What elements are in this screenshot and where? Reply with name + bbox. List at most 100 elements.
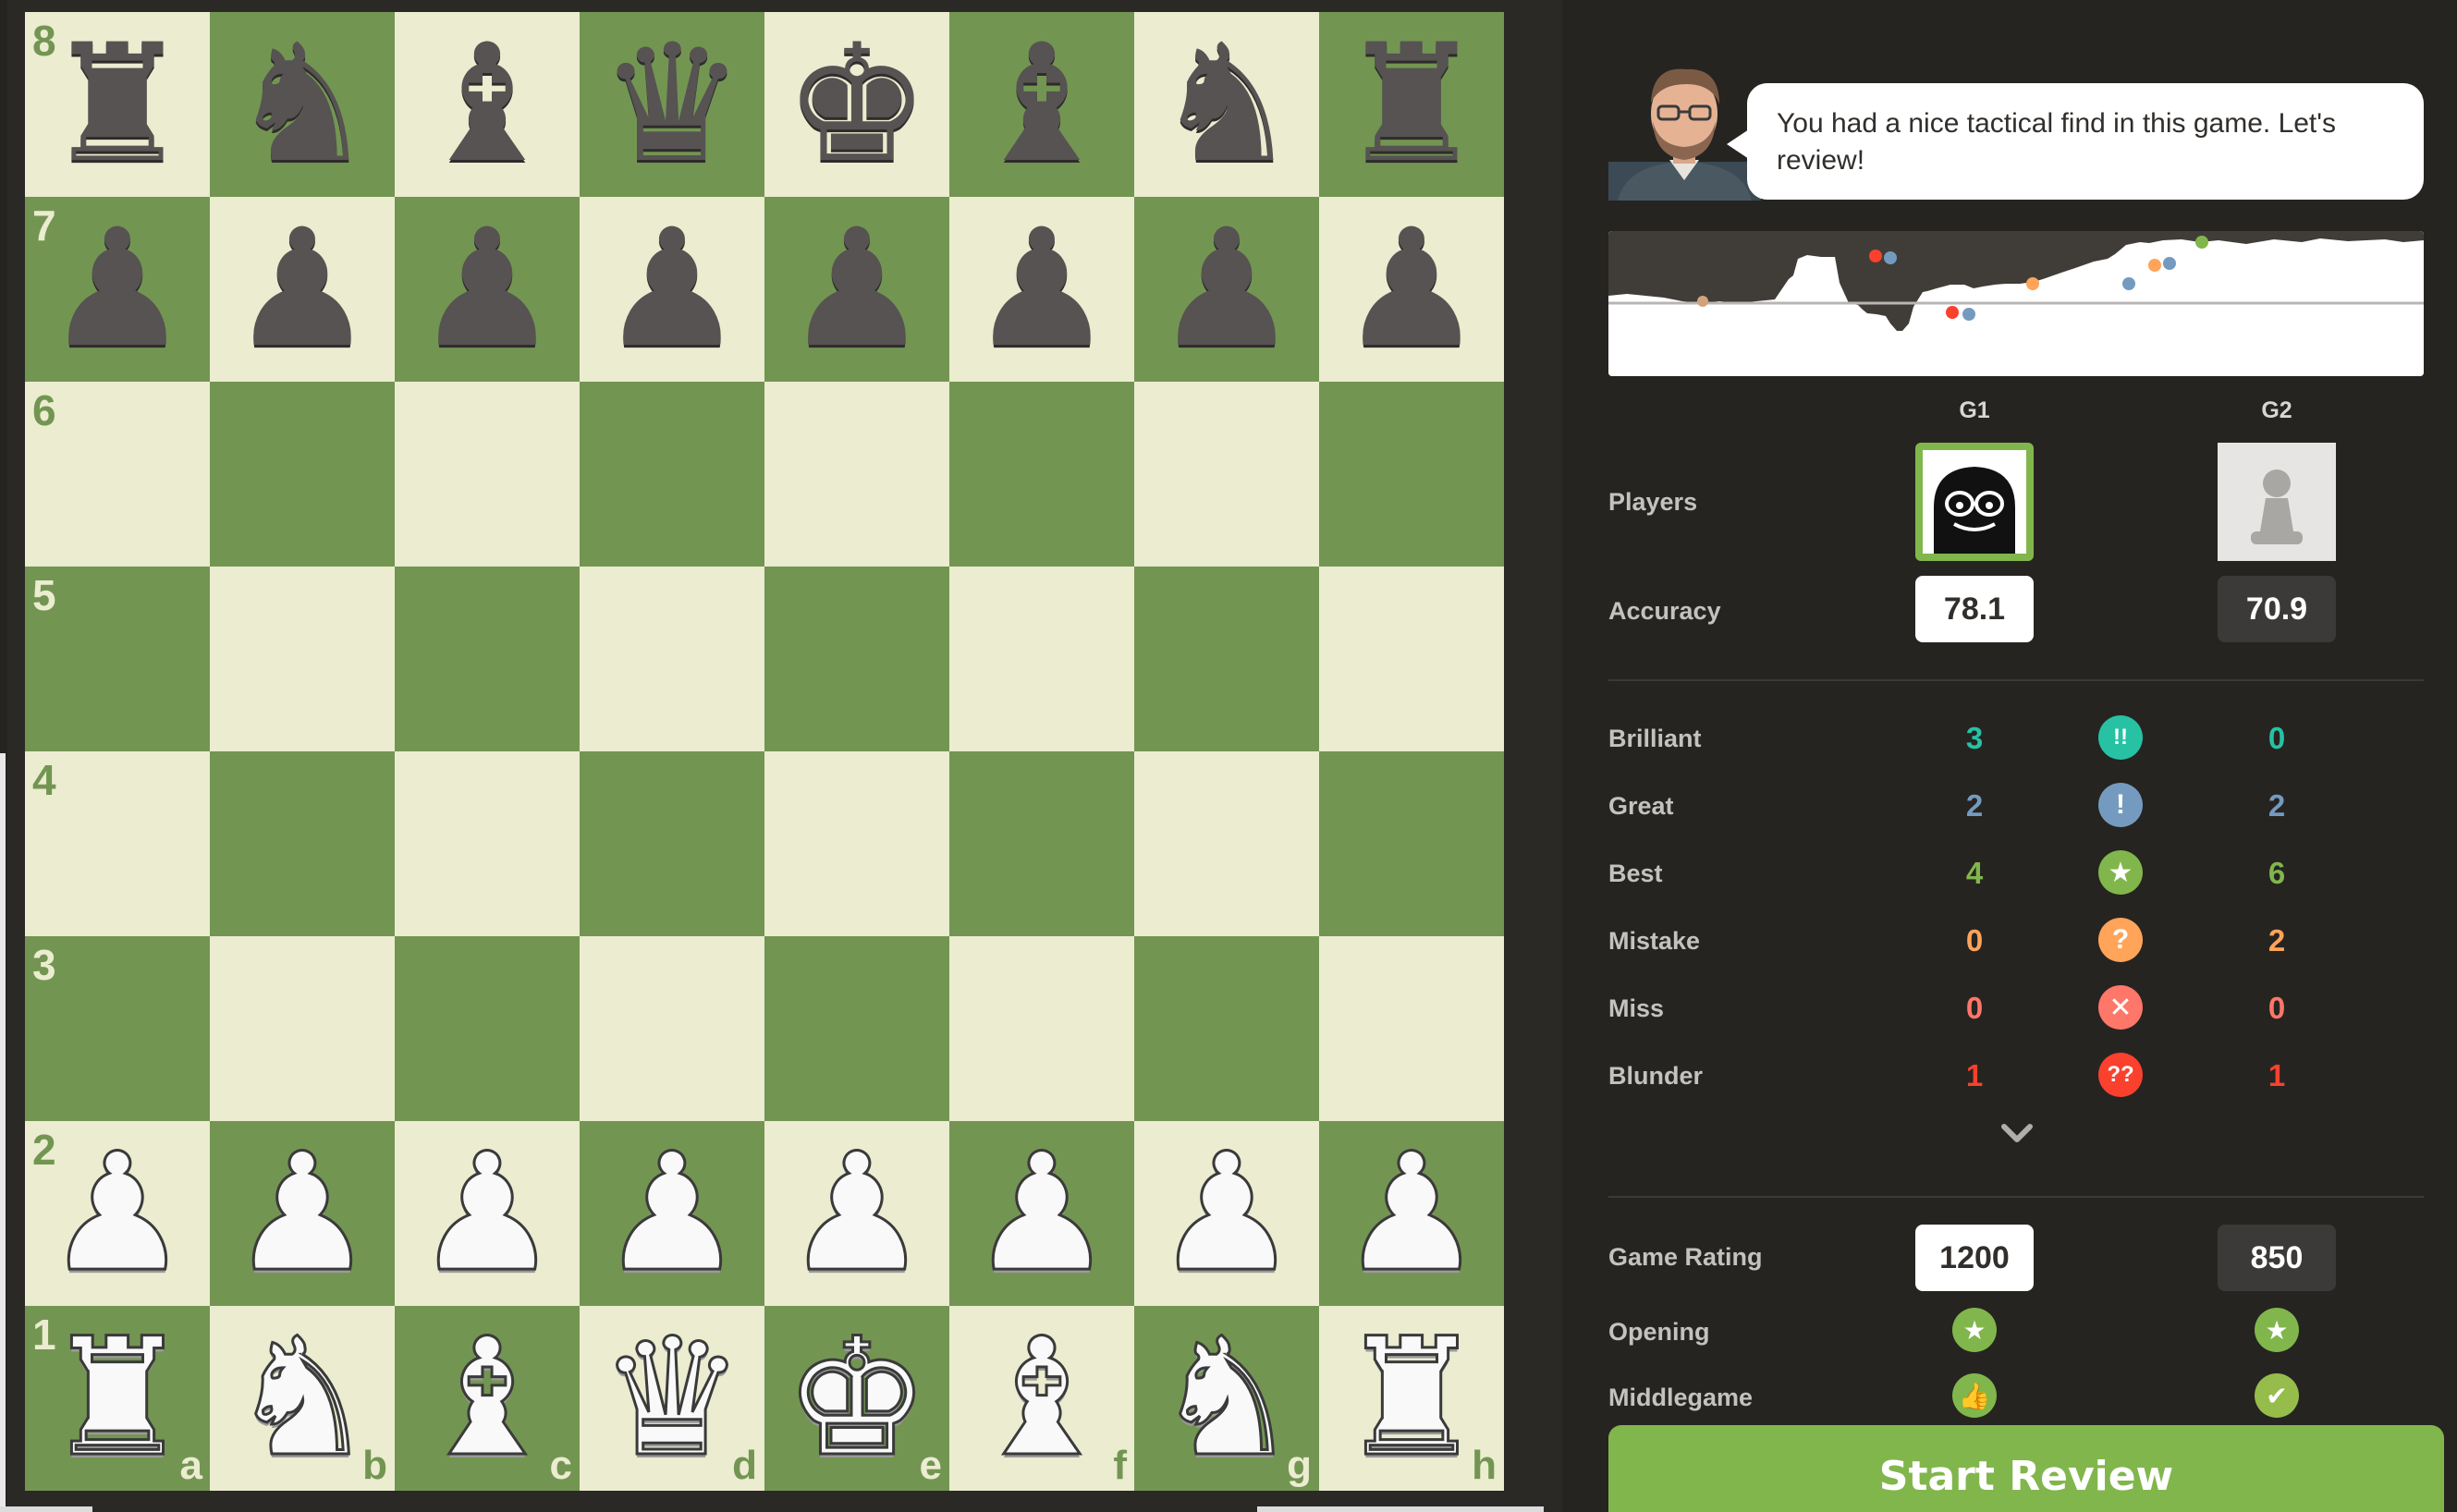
- black-rook-icon[interactable]: ♜: [1339, 23, 1485, 186]
- check-icon[interactable]: ✔: [2255, 1373, 2299, 1418]
- black-bishop-icon[interactable]: ♝: [969, 23, 1115, 186]
- square-b4[interactable]: [210, 751, 395, 936]
- white-pawn-icon[interactable]: ♟: [228, 1130, 377, 1296]
- square-e5[interactable]: [764, 567, 949, 751]
- white-pawn-icon[interactable]: ♟: [1338, 1130, 1486, 1296]
- black-pawn-icon[interactable]: ♟: [969, 208, 1115, 371]
- black-king-icon[interactable]: ♚: [784, 23, 930, 186]
- white-pawn-icon[interactable]: ♟: [43, 1130, 192, 1296]
- square-b7[interactable]: ♟: [210, 197, 395, 382]
- square-h8[interactable]: ♜: [1319, 12, 1504, 197]
- best-star-icon[interactable]: ★: [1952, 1308, 1997, 1352]
- best-star-icon[interactable]: ★: [2255, 1308, 2299, 1352]
- square-b8[interactable]: ♞: [210, 12, 395, 197]
- evaluation-graph[interactable]: [1608, 231, 2424, 376]
- square-g6[interactable]: [1134, 382, 1319, 567]
- square-g2[interactable]: ♟: [1134, 1121, 1319, 1306]
- square-g3[interactable]: [1134, 936, 1319, 1121]
- square-c3[interactable]: [395, 936, 580, 1121]
- square-b6[interactable]: [210, 382, 395, 567]
- square-b3[interactable]: [210, 936, 395, 1121]
- square-h7[interactable]: ♟: [1319, 197, 1504, 382]
- chevron-down-icon[interactable]: [1997, 1114, 2037, 1154]
- black-pawn-icon[interactable]: ♟: [414, 208, 560, 371]
- black-pawn-icon[interactable]: ♟: [229, 208, 375, 371]
- white-king-icon[interactable]: ♚: [783, 1315, 932, 1481]
- square-b5[interactable]: [210, 567, 395, 751]
- square-a8[interactable]: 8 ♜: [25, 12, 210, 197]
- square-b2[interactable]: ♟: [210, 1121, 395, 1306]
- black-knight-icon[interactable]: ♞: [229, 23, 375, 186]
- white-queen-icon[interactable]: ♛: [598, 1315, 747, 1481]
- square-e8[interactable]: ♚: [764, 12, 949, 197]
- square-a2[interactable]: 2 ♟: [25, 1121, 210, 1306]
- white-knight-icon[interactable]: ♞: [1153, 1315, 1302, 1481]
- square-b1[interactable]: b ♞: [210, 1306, 395, 1491]
- black-knight-icon[interactable]: ♞: [1154, 23, 1300, 186]
- square-a7[interactable]: 7 ♟: [25, 197, 210, 382]
- square-e3[interactable]: [764, 936, 949, 1121]
- chess-board[interactable]: 8 ♜ ♞ ♝ ♛ ♚ ♝ ♞ ♜ 7 ♟ ♟ ♟ ♟ ♟ ♟ ♟ ♟ 6 5 4 3 2 ♟ ♟ ♟ ♟ ♟ ♟ ♟ ♟ 1 a ♜ b ♞ c ♝ d ♛…: [25, 12, 1504, 1491]
- square-d7[interactable]: ♟: [580, 197, 764, 382]
- white-pawn-icon[interactable]: ♟: [413, 1130, 562, 1296]
- square-f2[interactable]: ♟: [949, 1121, 1134, 1306]
- white-rook-icon[interactable]: ♜: [1338, 1315, 1486, 1481]
- start-review-button[interactable]: Start Review: [1608, 1425, 2444, 1512]
- square-g7[interactable]: ♟: [1134, 197, 1319, 382]
- black-rook-icon[interactable]: ♜: [44, 23, 190, 186]
- white-rook-icon[interactable]: ♜: [43, 1315, 192, 1481]
- square-e2[interactable]: ♟: [764, 1121, 949, 1306]
- square-f3[interactable]: [949, 936, 1134, 1121]
- square-h6[interactable]: [1319, 382, 1504, 567]
- white-pawn-icon[interactable]: ♟: [598, 1130, 747, 1296]
- g1-avatar[interactable]: [1915, 443, 2034, 561]
- square-h1[interactable]: h ♜: [1319, 1306, 1504, 1491]
- black-pawn-icon[interactable]: ♟: [1154, 208, 1300, 371]
- black-pawn-icon[interactable]: ♟: [44, 208, 190, 371]
- square-h5[interactable]: [1319, 567, 1504, 751]
- square-f5[interactable]: [949, 567, 1134, 751]
- square-d6[interactable]: [580, 382, 764, 567]
- white-bishop-icon[interactable]: ♝: [968, 1315, 1117, 1481]
- square-d8[interactable]: ♛: [580, 12, 764, 197]
- square-g8[interactable]: ♞: [1134, 12, 1319, 197]
- square-f1[interactable]: f ♝: [949, 1306, 1134, 1491]
- white-pawn-icon[interactable]: ♟: [783, 1130, 932, 1296]
- square-c8[interactable]: ♝: [395, 12, 580, 197]
- square-e6[interactable]: [764, 382, 949, 567]
- square-a5[interactable]: 5: [25, 567, 210, 751]
- square-d4[interactable]: [580, 751, 764, 936]
- square-e4[interactable]: [764, 751, 949, 936]
- square-d5[interactable]: [580, 567, 764, 751]
- white-pawn-icon[interactable]: ♟: [968, 1130, 1117, 1296]
- square-h4[interactable]: [1319, 751, 1504, 936]
- white-knight-icon[interactable]: ♞: [228, 1315, 377, 1481]
- square-g4[interactable]: [1134, 751, 1319, 936]
- square-f6[interactable]: [949, 382, 1134, 567]
- square-a4[interactable]: 4: [25, 751, 210, 936]
- g2-avatar[interactable]: [2218, 443, 2336, 561]
- square-d1[interactable]: d ♛: [580, 1306, 764, 1491]
- square-g1[interactable]: g ♞: [1134, 1306, 1319, 1491]
- black-pawn-icon[interactable]: ♟: [599, 208, 745, 371]
- square-e1[interactable]: e ♚: [764, 1306, 949, 1491]
- black-queen-icon[interactable]: ♛: [599, 23, 745, 186]
- square-c4[interactable]: [395, 751, 580, 936]
- white-bishop-icon[interactable]: ♝: [413, 1315, 562, 1481]
- square-h2[interactable]: ♟: [1319, 1121, 1504, 1306]
- square-f4[interactable]: [949, 751, 1134, 936]
- square-c1[interactable]: c ♝: [395, 1306, 580, 1491]
- black-pawn-icon[interactable]: ♟: [784, 208, 930, 371]
- square-f7[interactable]: ♟: [949, 197, 1134, 382]
- square-h3[interactable]: [1319, 936, 1504, 1121]
- square-d3[interactable]: [580, 936, 764, 1121]
- square-e7[interactable]: ♟: [764, 197, 949, 382]
- thumbs-up-icon[interactable]: 👍: [1952, 1373, 1997, 1418]
- square-g5[interactable]: [1134, 567, 1319, 751]
- square-c2[interactable]: ♟: [395, 1121, 580, 1306]
- square-c7[interactable]: ♟: [395, 197, 580, 382]
- square-c6[interactable]: [395, 382, 580, 567]
- black-pawn-icon[interactable]: ♟: [1339, 208, 1485, 371]
- square-a3[interactable]: 3: [25, 936, 210, 1121]
- square-a1[interactable]: 1 a ♜: [25, 1306, 210, 1491]
